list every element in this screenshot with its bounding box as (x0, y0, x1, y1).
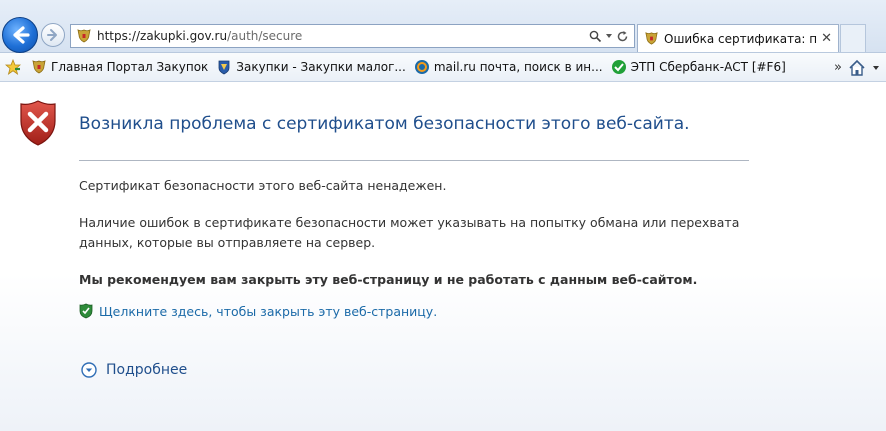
expand-circle-icon (81, 362, 97, 378)
close-page-link[interactable]: Щелкните здесь, чтобы закрыть эту веб-ст… (79, 303, 437, 319)
address-bar[interactable]: https://zakupki.gov.ru/auth/secure (70, 24, 635, 48)
sberbank-icon (611, 60, 626, 74)
favorite-label: ЭТП Сбербанк-АСТ [#F6] (630, 60, 786, 74)
close-icon[interactable]: ✕ (821, 31, 832, 46)
favorite-item[interactable]: Закупки - Закупки малог... (216, 59, 406, 75)
recommendation-text: Мы рекомендуем вам закрыть эту веб-стран… (79, 272, 698, 287)
warning-text: Наличие ошибок в сертификате безопасност… (79, 215, 740, 250)
close-page-link-label[interactable]: Щелкните здесь, чтобы закрыть эту веб-ст… (99, 304, 437, 319)
favorite-label: Главная Портал Закупок (51, 60, 209, 74)
chevron-down-icon[interactable] (605, 32, 613, 40)
arrow-left-icon (13, 26, 30, 44)
more-info-label[interactable]: Подробнее (106, 362, 187, 378)
favorites-bar: Главная Портал Закупок Закупки - Закупки… (0, 53, 886, 82)
forward-button[interactable] (41, 23, 65, 47)
page-title: Возникла проблема с сертификатом безопас… (79, 114, 690, 134)
arrow-right-icon (47, 29, 57, 41)
url-scheme: https:// (97, 29, 141, 43)
search-icon[interactable] (589, 30, 602, 43)
home-icon[interactable] (848, 59, 866, 77)
favorite-label: mail.ru почта, поиск в ин... (433, 60, 603, 74)
back-button[interactable] (2, 17, 38, 53)
favorites-star-icon[interactable] (5, 59, 23, 75)
mailru-icon (414, 60, 429, 74)
favorite-item[interactable]: Главная Портал Закупок (31, 59, 208, 75)
more-info-toggle[interactable]: Подробнее (81, 362, 187, 378)
refresh-icon[interactable] (616, 30, 629, 43)
tab-title: Ошибка сертификата: пе... (664, 31, 818, 46)
favorite-item[interactable]: mail.ru почта, поиск в ин... (414, 59, 603, 75)
address-url[interactable]: https://zakupki.gov.ru/auth/secure (97, 29, 589, 43)
cert-untrusted-text: Сертификат безопасности этого веб-сайта … (79, 178, 447, 193)
russia-emblem-icon (645, 32, 658, 45)
russia-emblem-icon (77, 29, 91, 43)
favorites-overflow[interactable]: » (834, 60, 842, 75)
favorite-label: Закупки - Закупки малог... (236, 60, 406, 74)
tab-certificate-error[interactable]: Ошибка сертификата: пе... ✕ (637, 24, 839, 52)
safe-shield-icon (79, 303, 93, 319)
regional-emblem-icon (218, 60, 230, 75)
russia-emblem-icon (32, 60, 46, 74)
favorite-item[interactable]: ЭТП Сбербанк-АСТ [#F6] (611, 59, 786, 75)
certificate-error-page: Возникла проблема с сертификатом безопас… (0, 82, 886, 431)
error-shield-icon (20, 100, 56, 146)
url-host: zakupki.gov.ru (140, 29, 228, 43)
chevron-down-icon[interactable] (872, 64, 880, 72)
divider (79, 160, 749, 161)
browser-titlebar: https://zakupki.gov.ru/auth/secure Ошибк… (0, 0, 886, 53)
url-path: /auth/secure (227, 29, 303, 43)
new-tab-button[interactable] (840, 24, 866, 52)
